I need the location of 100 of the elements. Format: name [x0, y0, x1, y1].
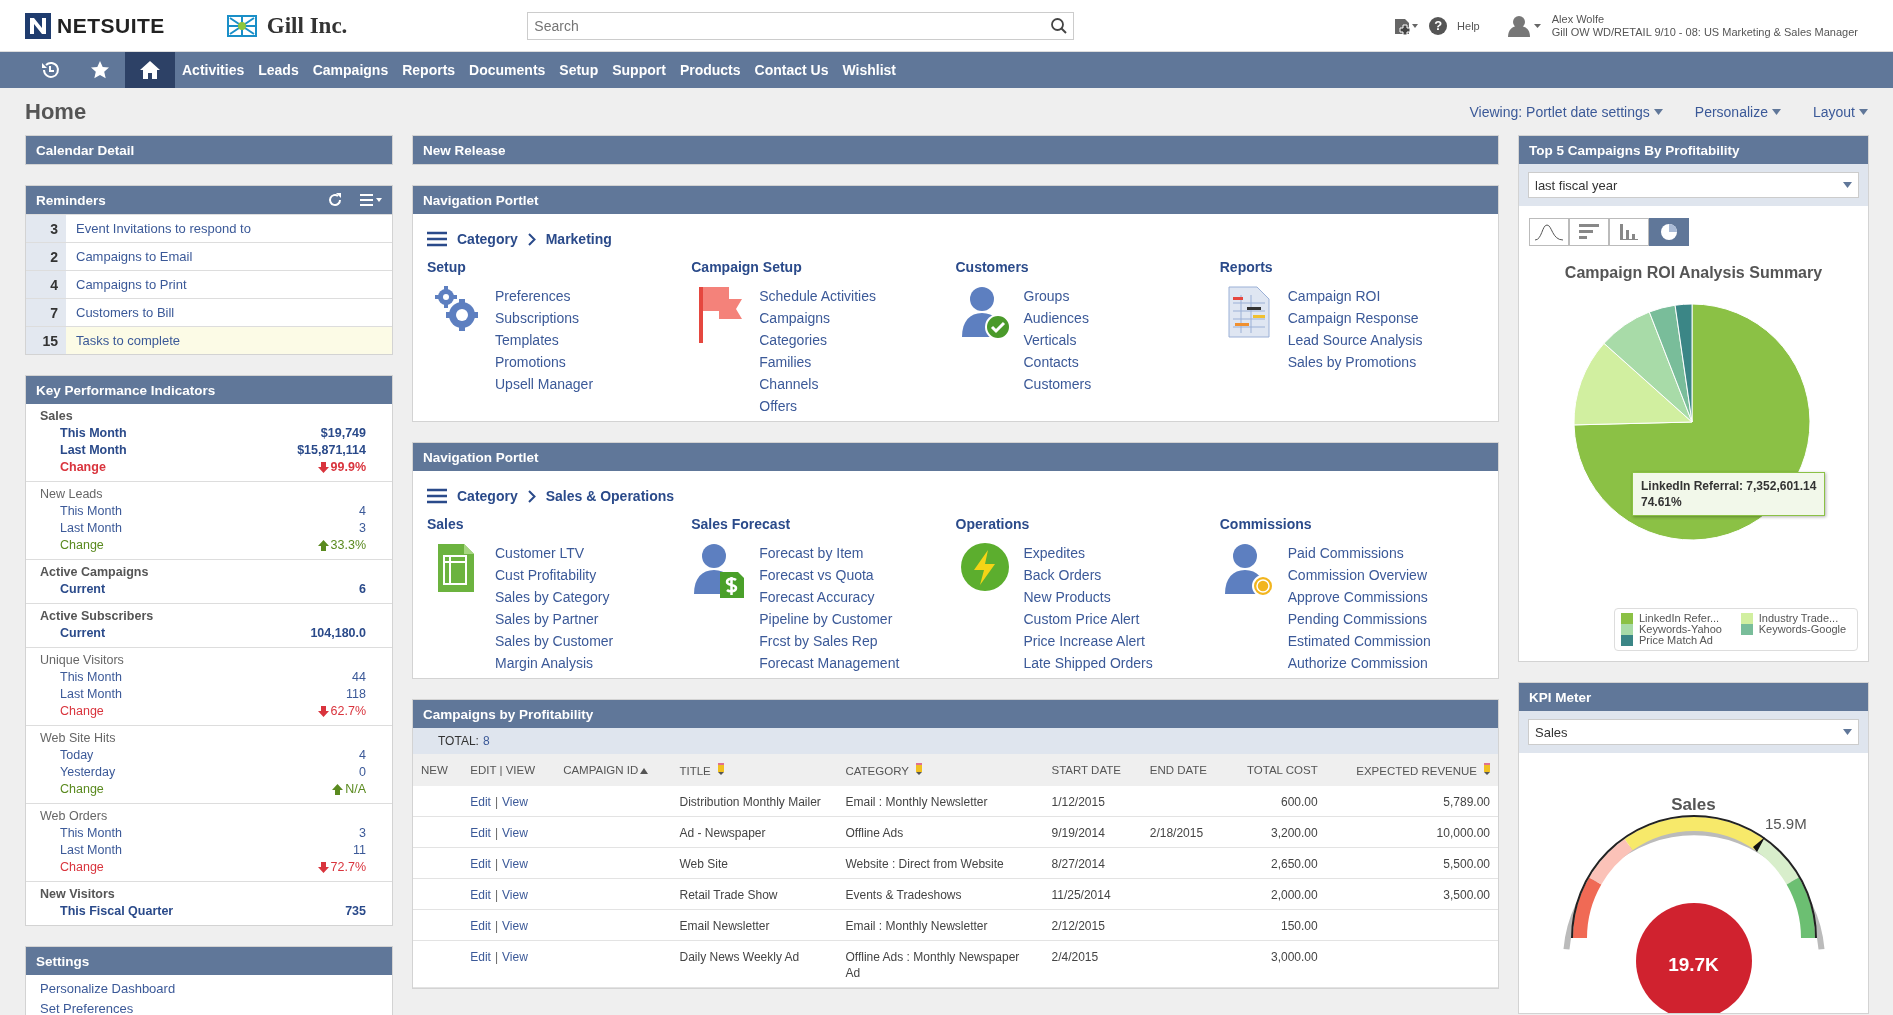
nav-link[interactable]: Commission Overview: [1287, 564, 1431, 586]
dropdown-link[interactable]: Personalize: [1694, 103, 1781, 120]
nav-link[interactable]: Forecast Management: [759, 652, 900, 674]
kpi-value: $19,749: [320, 425, 366, 442]
nav-link[interactable]: Price Increase Alert: [1023, 630, 1153, 652]
nav-tab[interactable]: Leads: [251, 52, 306, 88]
table-cell: Offline Ads : Monthly Newspaper Ad: [845, 950, 1020, 980]
nav-link[interactable]: Margin Analysis: [495, 652, 614, 674]
nav-link[interactable]: Contacts: [1023, 351, 1092, 373]
breadcrumb-item[interactable]: Marketing: [545, 231, 612, 247]
column-header[interactable]: CATEGORY: [845, 765, 909, 777]
nav-link[interactable]: Categories: [759, 329, 876, 351]
nav-link[interactable]: Sales by Partner: [495, 608, 614, 630]
nav-tab[interactable]: Documents: [462, 52, 553, 88]
reminder-link[interactable]: Tasks to complete: [66, 327, 392, 354]
row-link[interactable]: Edit: [470, 950, 491, 964]
nav-link[interactable]: Estimated Commission: [1287, 630, 1431, 652]
nav-tab[interactable]: Products: [672, 52, 748, 88]
nav-link[interactable]: Templates: [495, 329, 594, 351]
nav-link[interactable]: Groups: [1023, 285, 1092, 307]
period-dropdown[interactable]: last fiscal year: [1528, 172, 1859, 198]
nav-link[interactable]: Custom Price Alert: [1023, 608, 1153, 630]
dropdown-link[interactable]: Viewing: Portlet date settings: [1469, 103, 1663, 120]
row-link[interactable]: View: [502, 826, 528, 840]
gauge-title: Sales: [1670, 795, 1717, 815]
nav-link[interactable]: New Products: [1023, 586, 1153, 608]
reminder-link[interactable]: Campaigns to Print: [66, 271, 392, 298]
nav-link[interactable]: Late Shipped Orders: [1023, 652, 1153, 674]
row-link[interactable]: View: [502, 919, 528, 933]
nav-link[interactable]: Schedule Activities: [759, 285, 876, 307]
nav-link[interactable]: Cust Profitability: [495, 564, 614, 586]
nav-link[interactable]: Verticals: [1023, 329, 1092, 351]
nav-link[interactable]: Authorize Commission: [1287, 652, 1431, 674]
settings-link[interactable]: Personalize Dashboard: [40, 979, 378, 999]
row-link[interactable]: View: [502, 888, 528, 902]
kpi-value: 6: [359, 581, 366, 598]
nav-link[interactable]: Paid Commissions: [1287, 542, 1431, 564]
nav-link[interactable]: Expedites: [1023, 542, 1153, 564]
reminder-link[interactable]: Event Invitations to respond to: [66, 215, 392, 242]
settings-link[interactable]: Set Preferences: [40, 999, 378, 1015]
nav-link[interactable]: Forecast by Item: [759, 542, 900, 564]
dropdown-link[interactable]: Layout: [1812, 103, 1868, 120]
nav-tab[interactable]: Campaigns: [305, 52, 396, 88]
row-link[interactable]: Edit: [470, 919, 491, 933]
nav-tab[interactable]: Contact Us: [747, 52, 836, 88]
nav-link[interactable]: Campaign Response: [1287, 307, 1423, 329]
table-cell: Email : Monthly Newsletter: [845, 919, 988, 933]
nav-link[interactable]: Families: [759, 351, 876, 373]
nav-link[interactable]: Channels: [759, 373, 876, 395]
nav-link[interactable]: Pipeline by Customer: [759, 608, 900, 630]
row-link[interactable]: Edit: [470, 826, 491, 840]
nav-link[interactable]: Approve Commissions: [1287, 586, 1431, 608]
row-link[interactable]: View: [502, 950, 528, 964]
table-cell: 5,789.00: [1443, 795, 1490, 809]
nav-tab[interactable]: Wishlist: [835, 52, 903, 88]
nav-link[interactable]: Offers: [759, 395, 876, 417]
nav-link[interactable]: Pending Commissions: [1287, 608, 1431, 630]
breadcrumb-item[interactable]: Category: [457, 231, 518, 247]
nav-link[interactable]: Lead Source Analysis: [1287, 329, 1423, 351]
table-cell: Daily News Weekly Ad: [679, 950, 800, 964]
nav-tab[interactable]: Reports: [395, 52, 463, 88]
nav-link[interactable]: Sales by Customer: [495, 630, 614, 652]
nav-link[interactable]: Subscriptions: [495, 307, 594, 329]
nav-link[interactable]: Sales by Category: [495, 586, 614, 608]
column-header[interactable]: TITLE: [679, 765, 711, 777]
nav-tab[interactable]: Support: [605, 52, 673, 88]
reminder-link[interactable]: Campaigns to Email: [66, 243, 392, 270]
nav-link[interactable]: Audiences: [1023, 307, 1092, 329]
nav-tab[interactable]: Setup: [552, 52, 606, 88]
search-field[interactable]: Search: [527, 11, 1075, 40]
nav-link[interactable]: Promotions: [495, 351, 594, 373]
breadcrumb-item[interactable]: Sales & Operations: [545, 488, 675, 504]
legend-label: Industry Trade...: [1758, 613, 1839, 624]
nav-tab[interactable]: Activities: [175, 52, 252, 88]
row-link[interactable]: Edit: [470, 857, 491, 871]
nav-link[interactable]: Forecast vs Quota: [759, 564, 900, 586]
nav-link[interactable]: Campaign ROI: [1287, 285, 1423, 307]
reminder-link[interactable]: Customers to Bill: [66, 299, 392, 326]
portlet-title: Reminders: [36, 192, 106, 208]
nav-link[interactable]: Upsell Manager: [495, 373, 594, 395]
nav-link[interactable]: Customer LTV: [495, 542, 614, 564]
kpi-value: 99.9%: [330, 459, 366, 476]
nav-link[interactable]: Forecast Accuracy: [759, 586, 900, 608]
metric-dropdown[interactable]: Sales: [1528, 719, 1859, 745]
nav-link[interactable]: Frcst by Sales Rep: [759, 630, 900, 652]
nav-link[interactable]: Back Orders: [1023, 564, 1153, 586]
nav-link[interactable]: Campaigns: [759, 307, 876, 329]
kpi-label: Change: [60, 459, 106, 476]
help-link[interactable]: Help: [1457, 19, 1480, 32]
nav-link[interactable]: Sales by Promotions: [1287, 351, 1423, 373]
nav-link[interactable]: Customers: [1023, 373, 1092, 395]
breadcrumb-item[interactable]: Category: [457, 488, 518, 504]
row-link[interactable]: View: [502, 795, 528, 809]
section-title: Customers: [955, 259, 1030, 275]
nav-link[interactable]: Preferences: [495, 285, 594, 307]
row-link[interactable]: Edit: [470, 888, 491, 902]
help-icon[interactable]: ?: [1429, 16, 1448, 35]
row-link[interactable]: View: [502, 857, 528, 871]
table-cell: 2/4/2015: [1051, 950, 1099, 964]
row-link[interactable]: Edit: [470, 795, 491, 809]
